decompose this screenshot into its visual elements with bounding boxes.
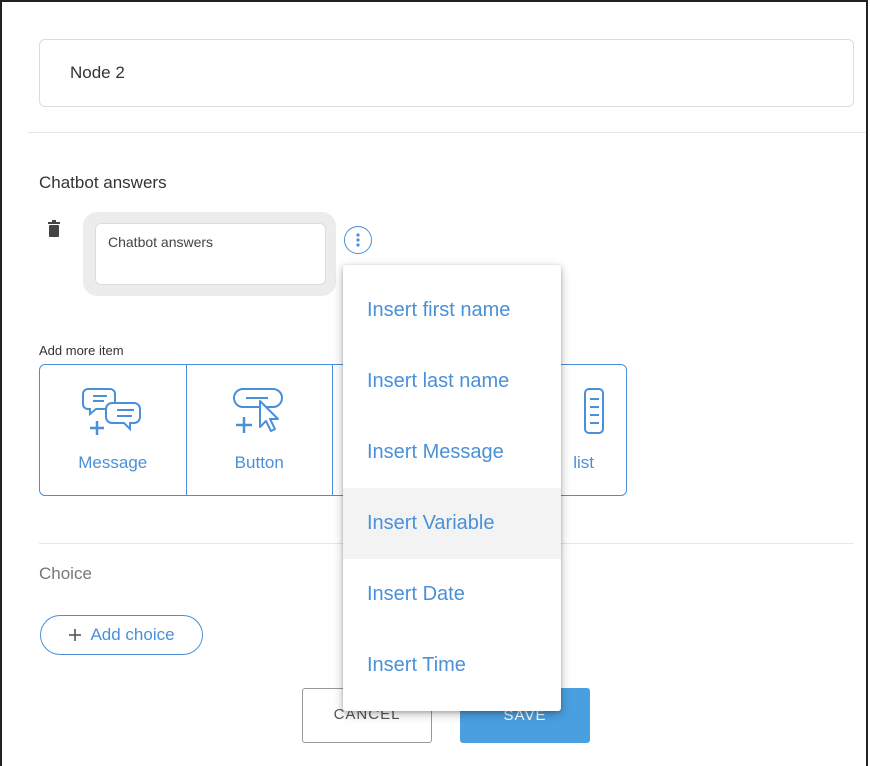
menu-item-insert-date[interactable]: Insert Date xyxy=(343,559,561,630)
add-more-item-label: Add more item xyxy=(39,343,124,358)
vertical-dots-icon xyxy=(356,233,360,247)
list-icon xyxy=(583,388,604,434)
plus-icon xyxy=(69,629,82,641)
menu-item-insert-message[interactable]: Insert Message xyxy=(343,417,561,488)
menu-item-insert-last-name[interactable]: Insert last name xyxy=(343,346,561,417)
node-name-field[interactable]: Node 2 xyxy=(39,39,854,107)
chatbot-answers-label: Chatbot answers xyxy=(39,173,167,192)
menu-item-insert-time[interactable]: Insert Time xyxy=(343,630,561,701)
add-message-label: Message xyxy=(78,453,148,472)
add-choice-label: Add choice xyxy=(90,625,175,644)
choice-label: Choice xyxy=(39,564,92,583)
add-list-label: list xyxy=(573,453,594,472)
chatbot-answer-input[interactable]: Chatbot answers xyxy=(95,223,326,285)
add-message-item[interactable]: Message xyxy=(40,365,187,495)
add-choice-button[interactable]: Add choice xyxy=(40,615,203,655)
divider xyxy=(28,132,866,133)
add-button-item[interactable]: Button xyxy=(187,365,333,495)
insert-options-menu: Insert first name Insert last name Inser… xyxy=(343,265,561,711)
chat-bubbles-plus-icon xyxy=(81,388,141,435)
more-options-button[interactable] xyxy=(344,226,372,254)
menu-item-insert-first-name[interactable]: Insert first name xyxy=(343,275,561,346)
trash-icon[interactable] xyxy=(47,220,61,238)
button-cursor-plus-icon xyxy=(233,388,284,433)
add-button-label: Button xyxy=(234,453,284,472)
menu-item-insert-variable[interactable]: Insert Variable xyxy=(343,488,561,559)
